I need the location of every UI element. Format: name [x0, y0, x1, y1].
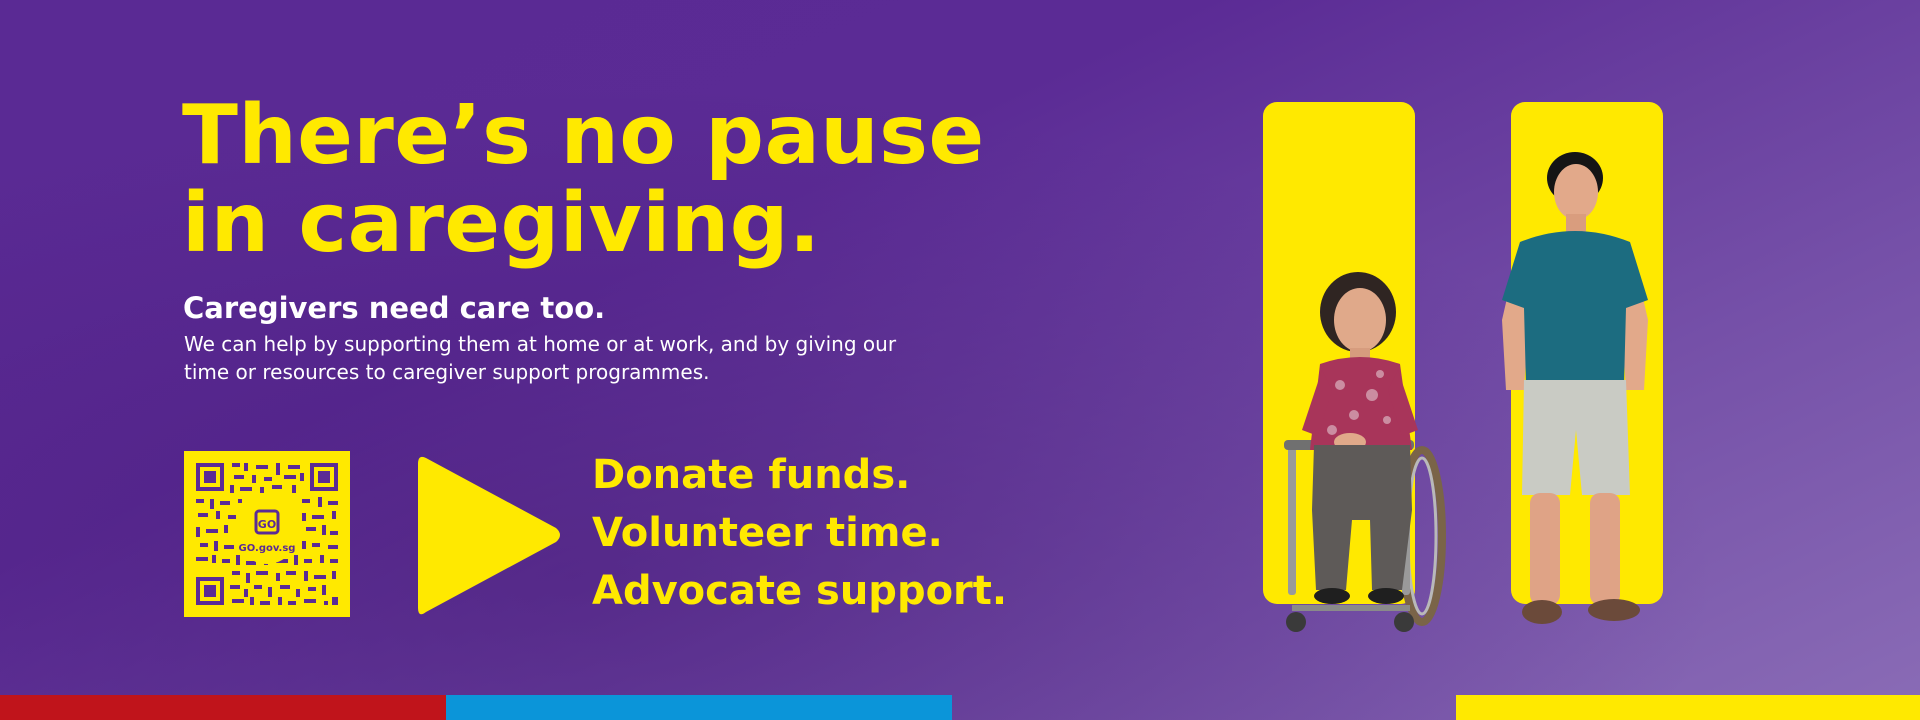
play-arrow-icon [416, 452, 564, 622]
headline: There’s no pause in caregiving. [182, 92, 985, 268]
body-text: We can help by supporting them at home o… [184, 332, 897, 384]
cta-volunteer: Volunteer time. [592, 510, 943, 556]
footer-band-red [0, 695, 446, 720]
cta-advocate: Advocate support. [592, 568, 1008, 614]
footer-band-yellow [1456, 695, 1920, 720]
woman-in-wheelchair-photo [1284, 272, 1446, 632]
headline-line-2: in caregiving. [182, 176, 821, 271]
subheading: Caregivers need care too. [183, 291, 606, 325]
cta-donate: Donate funds. [592, 452, 911, 498]
headline-line-1: There’s no pause [182, 88, 985, 183]
qr-code-icon[interactable]: GO GO.gov.sg [184, 451, 350, 617]
qr-logo-text: GO.gov.sg [239, 543, 296, 554]
qr-logo-mark: GO [258, 518, 276, 531]
footer-band-blue [446, 695, 952, 720]
young-man-standing-photo [1502, 152, 1648, 624]
call-to-action-list: Donate funds. Volunteer time. Advocate s… [592, 446, 1007, 620]
